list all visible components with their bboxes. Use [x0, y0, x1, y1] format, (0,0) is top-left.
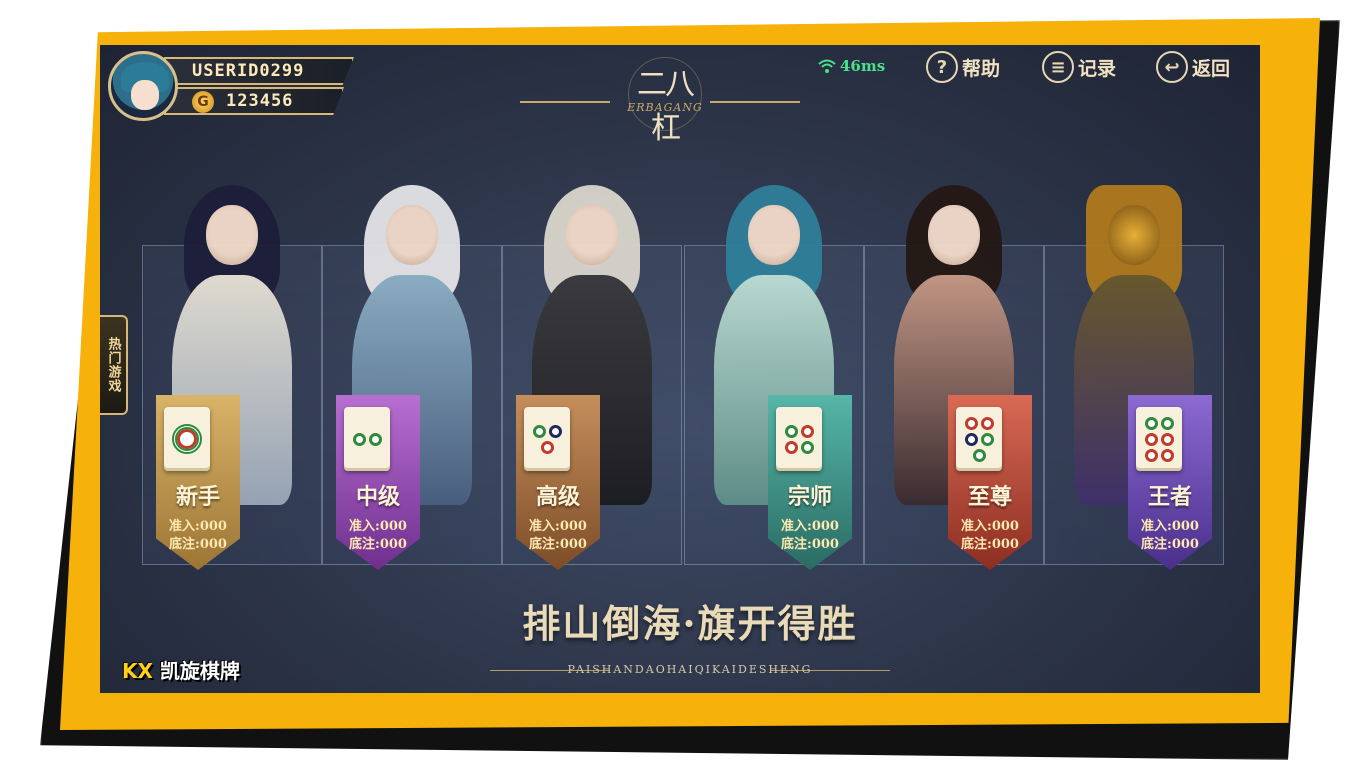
room-card-supreme[interactable]: 至尊 准入:000 底注:000	[864, 165, 1044, 570]
help-label: 帮助	[962, 57, 1001, 80]
room-entry: 准入:000	[349, 519, 407, 534]
room-entry: 准入:000	[169, 519, 227, 534]
mahjong-tile-icon	[524, 407, 570, 471]
brand-logo: KX 凯旋棋牌	[122, 655, 240, 684]
brand-name: 凯旋棋牌	[159, 659, 240, 683]
room-card-novice[interactable]: 新手 准入:000 底注:000	[142, 165, 322, 570]
back-arrow-icon: ↩	[1156, 51, 1188, 83]
question-icon: ?	[926, 51, 958, 83]
room-name: 至尊	[967, 484, 1012, 510]
room-card-master[interactable]: 宗师 准入:000 底注:000	[684, 165, 864, 570]
hot-games-tab[interactable]: 热门游戏	[100, 315, 128, 415]
back-label: 返回	[1192, 57, 1231, 80]
slogan-subtitle: PAISHANDAOHAIQIKAIDESHENG	[567, 663, 813, 676]
room-entry: 准入:000	[529, 519, 587, 534]
room-base: 底注:000	[1141, 537, 1199, 552]
list-icon: ≡	[1042, 51, 1074, 83]
coin-balance: 123456	[164, 87, 344, 115]
network-ping: 46ms	[818, 57, 885, 75]
help-button[interactable]: ? 帮助	[926, 51, 1000, 83]
room-base: 底注:000	[781, 537, 839, 552]
coin-icon: G	[192, 91, 214, 113]
room-entry: 准入:000	[1141, 519, 1199, 534]
ping-value: 46ms	[840, 57, 886, 75]
avatar[interactable]	[108, 51, 178, 121]
wifi-icon	[818, 59, 836, 73]
mahjong-tile-icon	[776, 407, 822, 471]
records-label: 记录	[1078, 57, 1117, 80]
mahjong-tile-icon	[344, 407, 390, 471]
room-card-advanced[interactable]: 高级 准入:000 底注:000	[502, 165, 682, 570]
room-card-intermediate[interactable]: 中级 准入:000 底注:000	[322, 165, 502, 570]
room-name: 新手	[175, 484, 220, 510]
room-name: 高级	[535, 484, 580, 510]
mahjong-tile-icon	[956, 407, 1002, 471]
mahjong-tile-icon	[164, 407, 210, 471]
brand-kx: KX	[122, 659, 153, 683]
game-logo: 二八杠 ERBAGANG	[520, 53, 800, 146]
room-base: 底注:000	[961, 537, 1019, 552]
room-entry: 准入:000	[781, 519, 839, 534]
mahjong-tile-icon	[1136, 407, 1182, 471]
game-lobby-screen: USERID0299 123456 G 二八杠 ERBAGANG 46ms ? …	[100, 45, 1260, 693]
room-name: 中级	[355, 484, 400, 510]
room-base: 底注:000	[349, 537, 407, 552]
logo-subtitle: ERBAGANG	[627, 101, 703, 114]
room-card-king[interactable]: 王者 准入:000 底注:000	[1044, 165, 1224, 570]
records-button[interactable]: ≡ 记录	[1042, 51, 1116, 83]
slogan-title: 排山倒海·旗开得胜	[522, 601, 858, 646]
room-entry: 准入:000	[961, 519, 1019, 534]
room-base: 底注:000	[169, 537, 227, 552]
back-button[interactable]: ↩ 返回	[1156, 51, 1230, 83]
user-id-label: USERID0299	[164, 57, 354, 85]
room-name: 王者	[1147, 484, 1192, 510]
room-base: 底注:000	[529, 537, 587, 552]
room-name: 宗师	[787, 484, 832, 510]
